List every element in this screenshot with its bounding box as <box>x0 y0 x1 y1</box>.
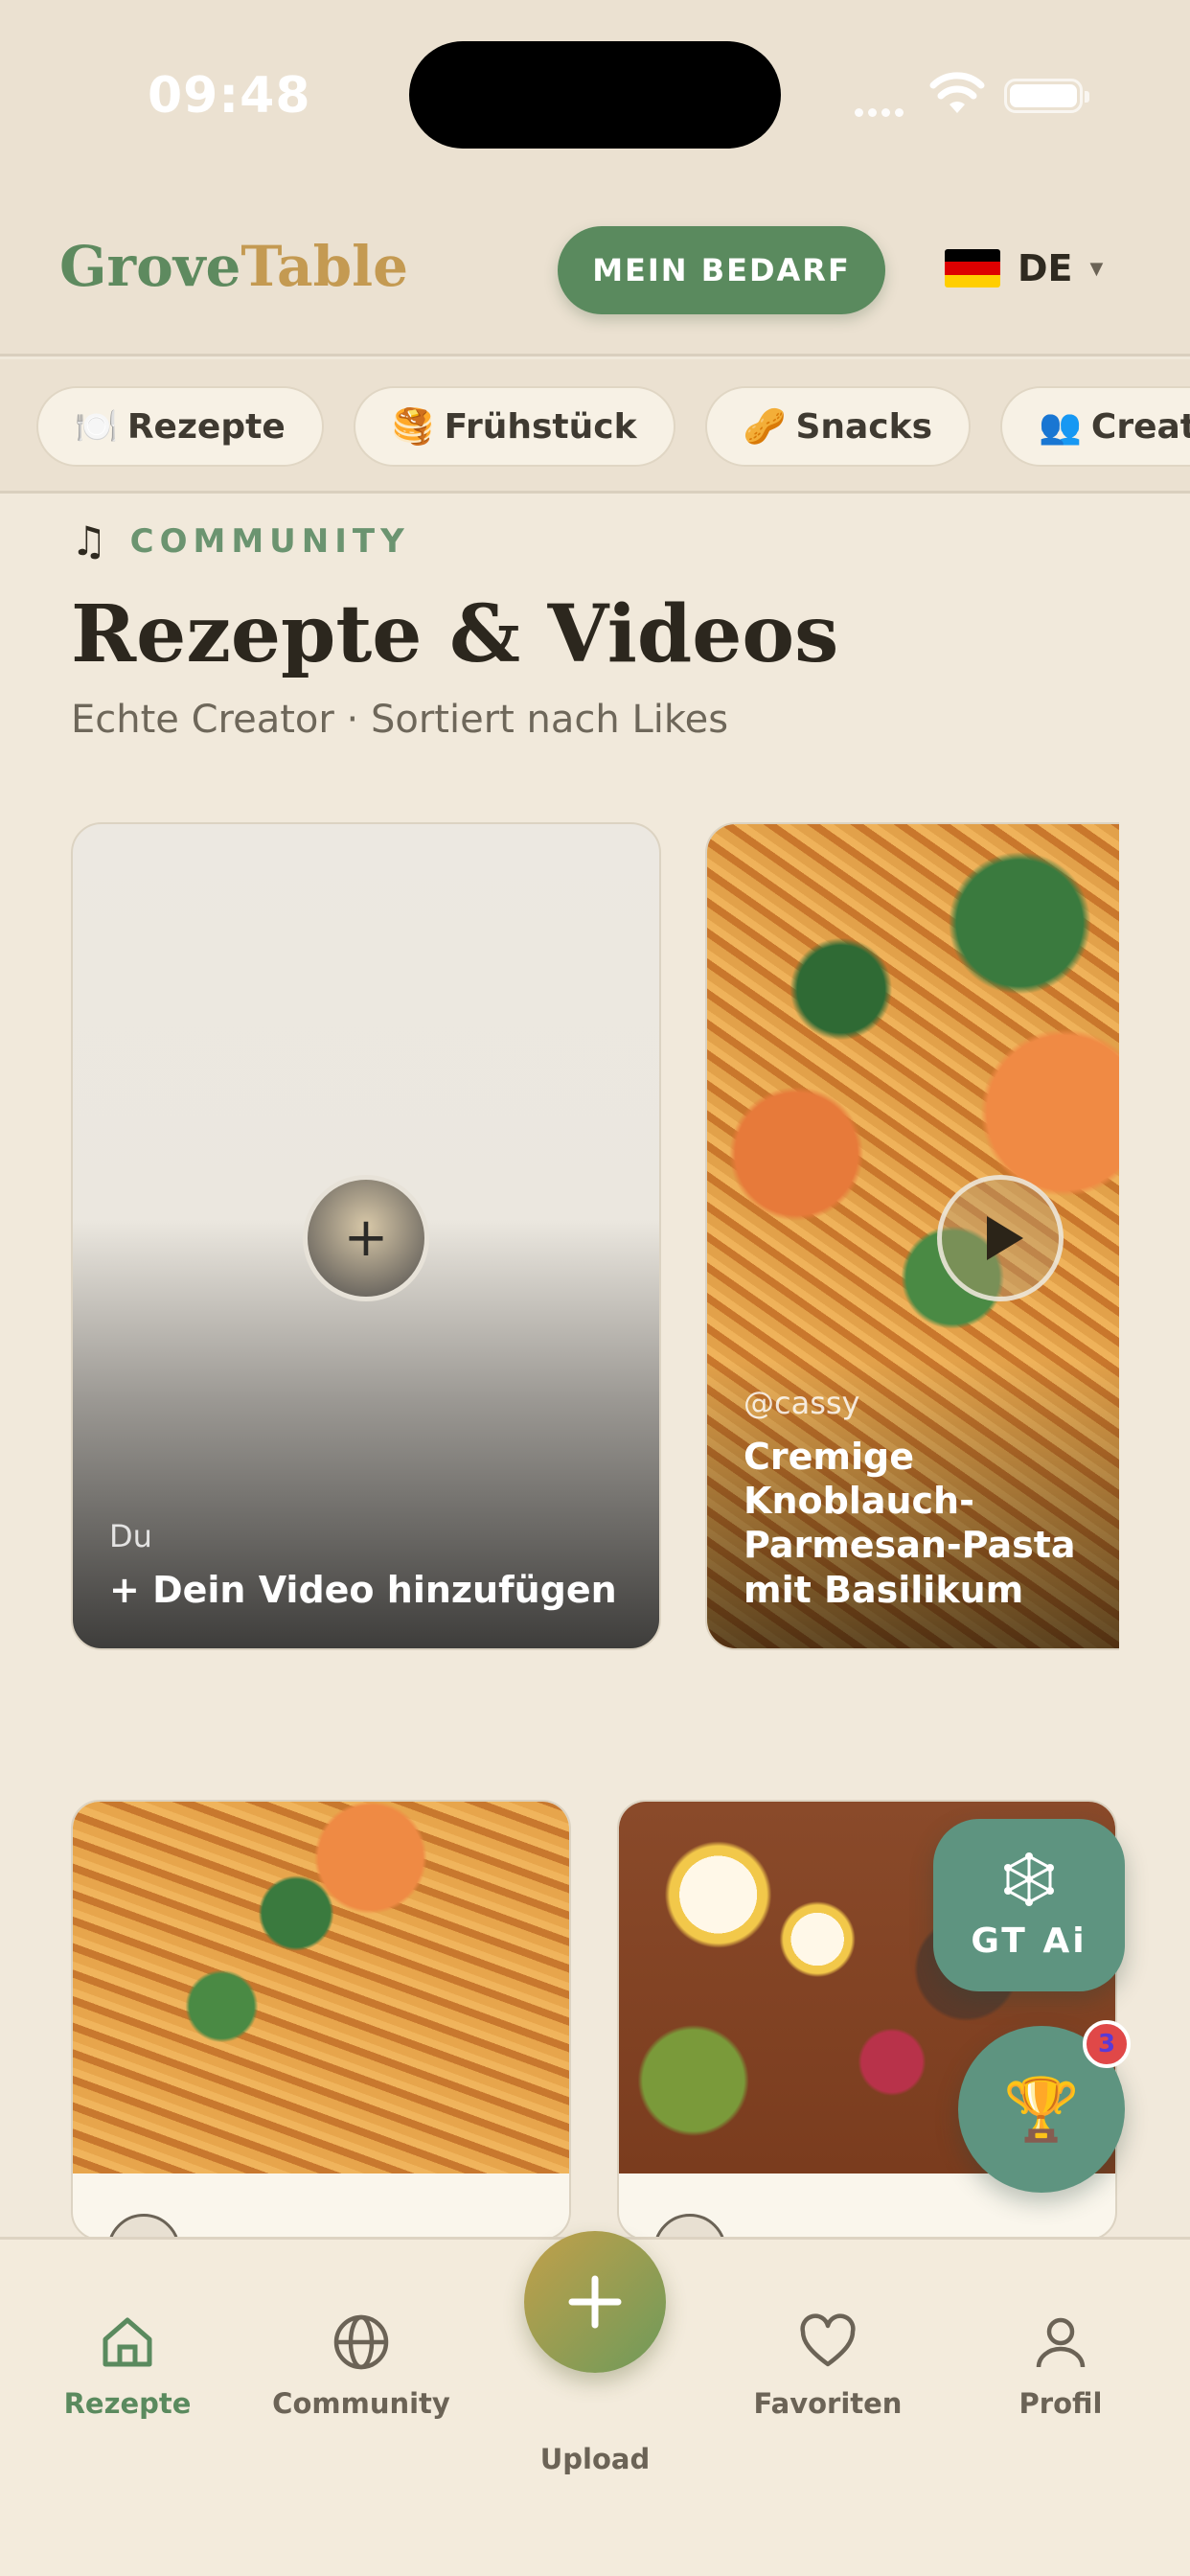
battery-icon <box>1004 79 1089 113</box>
logo-part-table: Table <box>240 234 409 299</box>
chip-creators[interactable]: 👥 Creators <box>1000 386 1190 467</box>
chip-rezepte[interactable]: 🍽️ Rezepte <box>36 386 324 467</box>
language-code: DE <box>1018 247 1073 289</box>
german-flag-icon <box>945 249 1000 288</box>
tab-favoriten[interactable]: Favoriten <box>732 2309 924 2420</box>
gt-ai-label: GT Ai <box>971 1920 1087 1961</box>
notification-badge: 3 <box>1083 2020 1131 2068</box>
status-time: 09:48 <box>148 67 311 125</box>
tab-label: Profil <box>1018 2387 1103 2420</box>
pancakes-icon: 🥞 <box>391 407 435 447</box>
card-user: Du <box>109 1517 152 1554</box>
gt-ai-button[interactable]: GT Ai <box>933 1819 1125 1991</box>
tab-label: Upload <box>539 2443 651 2475</box>
upload-button[interactable] <box>524 2231 666 2373</box>
language-selector[interactable]: DE ▼ <box>945 247 1103 289</box>
chip-label: Frühstück <box>444 406 637 447</box>
plus-icon: + <box>343 1207 389 1269</box>
tab-label: Favoriten <box>753 2387 903 2420</box>
heart-icon <box>800 2313 856 2367</box>
card-title: + Dein Video hinzufügen <box>109 1568 617 1611</box>
chip-label: Rezepte <box>126 406 286 447</box>
caret-down-icon: ▼ <box>1089 258 1104 279</box>
section-title: Rezepte & Videos <box>71 588 839 680</box>
app-header: GroveTable MEIN BEDARF DE ▼ <box>0 192 1190 356</box>
peanut-icon: 🥜 <box>743 407 787 447</box>
globe-icon <box>333 2314 389 2370</box>
home-icon <box>103 2317 152 2367</box>
card-title: Cremige Knoblauch-Parmesan-Pasta mit Bas… <box>744 1435 1076 1611</box>
music-note-icon: ♫ <box>71 518 107 564</box>
mein-bedarf-button[interactable]: MEIN BEDARF <box>558 226 885 314</box>
app-logo[interactable]: GroveTable <box>59 234 408 299</box>
tab-rezepte[interactable]: Rezepte <box>32 2309 223 2420</box>
add-video-card[interactable]: + Du + Dein Video hinzufügen <box>71 822 661 1650</box>
tab-label: Community <box>272 2387 450 2420</box>
tab-label: Rezepte <box>63 2387 192 2420</box>
tab-community[interactable]: Community <box>265 2309 457 2420</box>
play-icon <box>987 1216 1023 1260</box>
network-icon <box>1004 1852 1054 1906</box>
user-icon <box>1036 2317 1086 2368</box>
chip-fruehstueck[interactable]: 🥞 Frühstück <box>353 386 675 467</box>
logo-part-grove: Grove <box>59 234 241 299</box>
section-eyebrow: ♫ COMMUNITY <box>71 518 410 564</box>
plate-icon: 🍽️ <box>75 407 118 447</box>
category-chips: 🍽️ Rezepte 🥞 Frühstück 🥜 Snacks 👥 Creato… <box>0 359 1190 494</box>
trophy-icon: 🏆 <box>1003 2074 1080 2146</box>
video-card[interactable]: @cassy Cremige Knoblauch-Parmesan-Pasta … <box>705 822 1119 1650</box>
play-button[interactable] <box>937 1175 1064 1301</box>
card-user: @cassy <box>744 1384 860 1421</box>
chip-label: Snacks <box>795 406 932 447</box>
tab-profil[interactable]: Profil <box>965 2309 1156 2420</box>
card-meta: Du + Dein Video hinzufügen <box>109 1518 640 1612</box>
card-meta: @cassy Cremige Knoblauch-Parmesan-Pasta … <box>744 1385 1119 1612</box>
recipe-image <box>73 1802 569 2174</box>
people-icon: 👥 <box>1039 407 1082 447</box>
eyebrow-label: COMMUNITY <box>129 521 410 561</box>
wifi-icon <box>929 72 985 113</box>
add-video-button[interactable]: + <box>303 1175 429 1301</box>
chip-snacks[interactable]: 🥜 Snacks <box>704 386 971 467</box>
dynamic-island <box>409 41 781 149</box>
status-bar: 09:48 <box>0 0 1190 192</box>
plus-icon <box>568 2275 622 2329</box>
cellular-signal-icon <box>855 103 912 117</box>
section-subtitle: Echte Creator · Sortiert nach Likes <box>71 698 729 742</box>
recipe-card[interactable] <box>71 1800 571 2241</box>
video-carousel[interactable]: + Du + Dein Video hinzufügen @cassy Crem… <box>71 822 1119 1650</box>
chip-label: Creators <box>1090 406 1190 447</box>
